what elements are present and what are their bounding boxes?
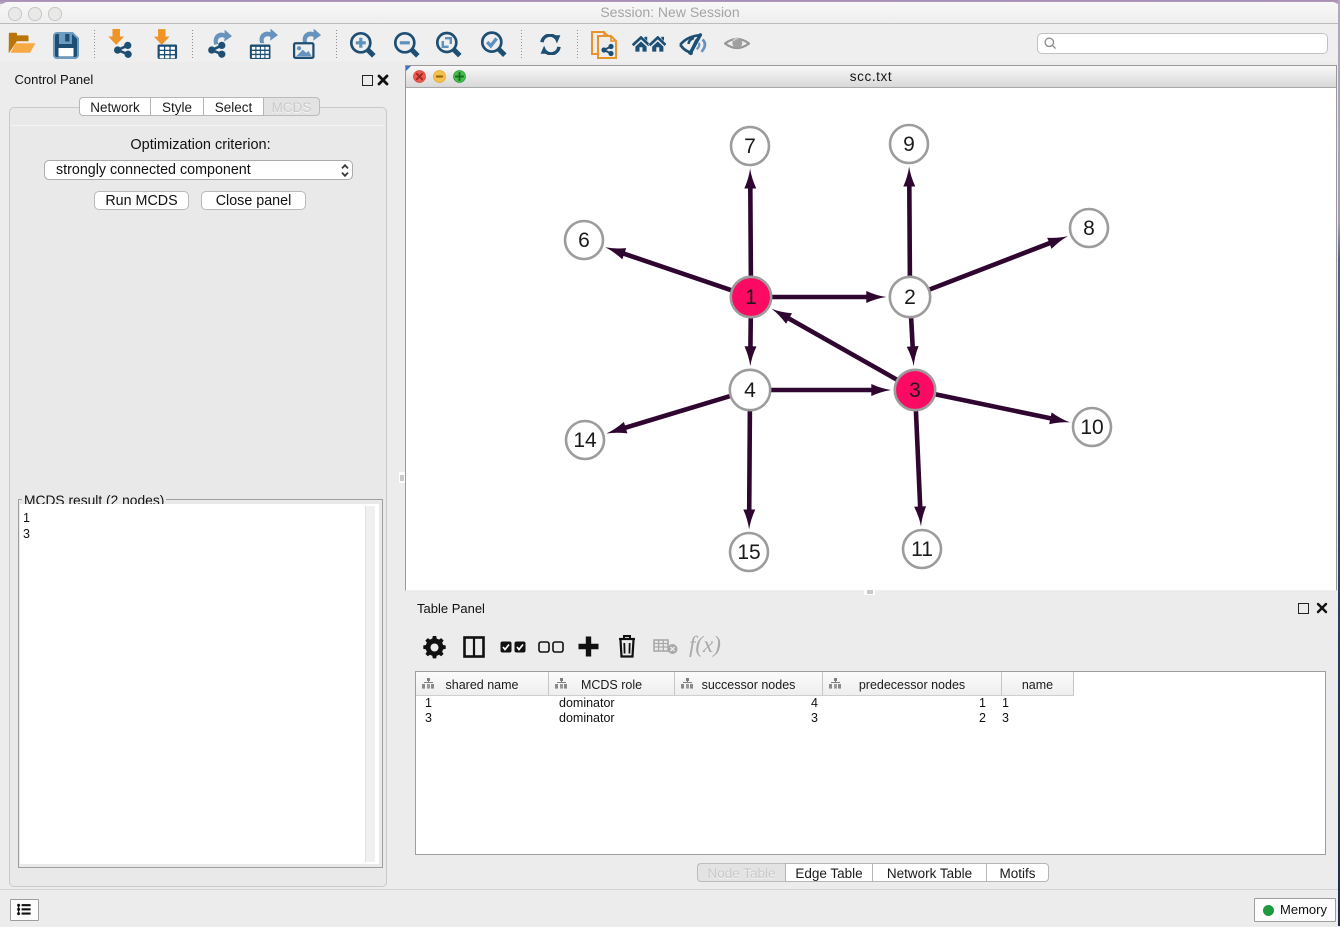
svg-text:8: 8: [1083, 217, 1095, 240]
svg-text:10: 10: [1080, 416, 1103, 439]
svg-text:9: 9: [903, 133, 915, 156]
svg-text:7: 7: [744, 135, 756, 158]
svg-text:2: 2: [904, 286, 916, 309]
svg-text:4: 4: [744, 379, 756, 402]
svg-text:3: 3: [909, 379, 921, 402]
svg-text:1: 1: [745, 286, 757, 309]
svg-text:6: 6: [578, 229, 590, 252]
svg-text:15: 15: [737, 541, 760, 564]
svg-text:14: 14: [573, 429, 597, 452]
svg-text:11: 11: [911, 538, 933, 561]
